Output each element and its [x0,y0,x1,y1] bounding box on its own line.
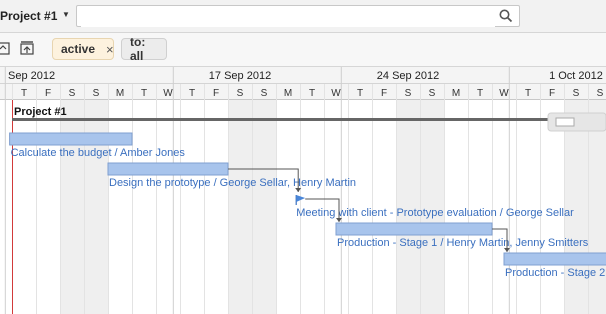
day-label: S [597,88,604,99]
day-label: M [284,88,292,99]
day-label: T [309,88,315,99]
week-label: 24 Sep 2012 [377,70,439,82]
day-label: S [405,88,412,99]
weekend-column [84,100,108,314]
day-label: T [357,88,363,99]
weekend-column [252,100,276,314]
project-selector[interactable]: Project #1 ▼ [0,5,74,27]
day-label: W [163,88,173,99]
task-label[interactable]: Design the prototype / George Sellar, He… [109,177,356,189]
search-icon[interactable] [499,9,513,23]
chevron-down-icon: ▼ [62,10,70,19]
weekend-column [60,100,84,314]
week-label: 1 Oct 2012 [549,70,603,82]
search-input[interactable] [81,7,495,27]
day-label: S [573,88,580,99]
to-filter-chip[interactable]: to: all [121,35,167,63]
day-label: F [381,88,387,99]
task-bar[interactable] [335,222,493,236]
close-icon[interactable]: × [106,42,114,57]
task-label[interactable]: Production - Stage 1 / Henry Martin, Jen… [337,237,589,249]
task-bar[interactable] [9,132,133,146]
day-label: T [525,88,531,99]
day-label: F [45,88,51,99]
project-selector-label: Project #1 [0,9,58,23]
project-summary-bar [12,118,572,121]
weekend-column [228,100,252,314]
upload-icon[interactable] [20,40,34,56]
scroll-handle-icon [555,117,575,127]
day-label: S [237,88,244,99]
day-label: S [261,88,268,99]
gantt-chart: TFSSMTWTFSSMTWTFSSMTWTFSSMSep 201217 Sep… [0,67,606,314]
week-label: Sep 2012 [8,70,55,82]
day-label: W [331,88,341,99]
day-label: S [93,88,100,99]
task-bar[interactable] [107,162,229,176]
day-label: M [116,88,124,99]
filter-bar: active × to: all [0,33,606,67]
day-label: S [429,88,436,99]
top-toolbar: Project #1 ▼ [0,0,606,33]
day-label: W [499,88,509,99]
day-label: T [477,88,483,99]
day-label: F [549,88,555,99]
day-label: T [21,88,27,99]
day-label: T [189,88,195,99]
to-filter-label: to: all [130,35,146,63]
week-label: 17 Sep 2012 [209,70,271,82]
search-box[interactable] [76,5,520,27]
task-label[interactable]: Production - Stage 2 / C [505,267,606,279]
export-icon[interactable] [0,40,10,56]
status-filter-label: active [61,42,96,56]
weekend-column [588,100,606,314]
task-label[interactable]: Meeting with client - Prototype evaluati… [296,207,574,219]
project-row-title: Project #1 [14,106,67,118]
day-label: M [452,88,460,99]
day-label: F [213,88,219,99]
day-label: S [69,88,76,99]
day-label: T [141,88,147,99]
task-bar[interactable] [503,252,606,266]
task-label[interactable]: Calculate the budget / Amber Jones [11,147,186,159]
status-filter-chip[interactable]: active × [52,38,114,60]
